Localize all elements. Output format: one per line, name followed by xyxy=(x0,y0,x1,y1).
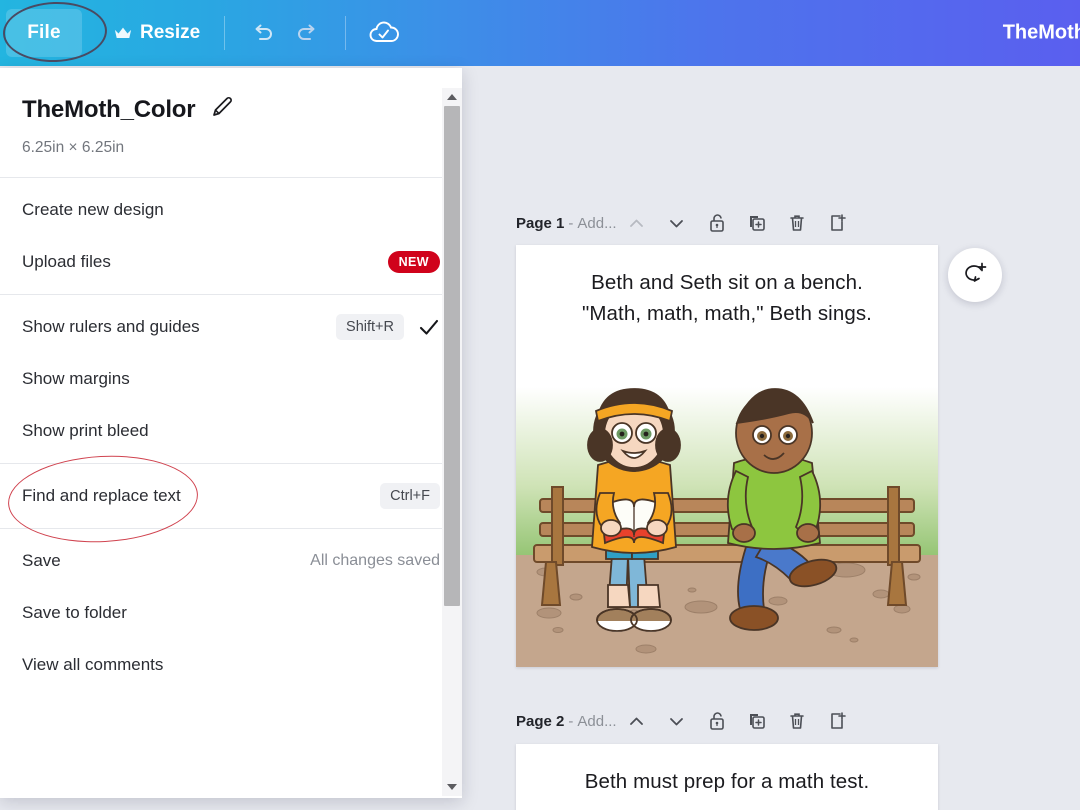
menu-item-show-print-bleed[interactable]: Show print bleed xyxy=(0,405,462,457)
page-1-duplicate-page-icon[interactable] xyxy=(737,208,777,238)
design-dimensions: 6.25in × 6.25in xyxy=(22,139,125,156)
page-2-canvas[interactable]: Beth must prep for a math test. xyxy=(516,744,938,810)
menu-section-view: Show rulers and guides Shift+R Show marg… xyxy=(0,295,462,463)
menu-item-find-and-replace-text[interactable]: Find and replace text Ctrl+F xyxy=(0,470,462,522)
page-2-separator: - xyxy=(568,712,574,730)
menu-item-save-to-folder[interactable]: Save to folder xyxy=(0,587,462,639)
menu-item-label: Create new design xyxy=(22,200,164,219)
top-toolbar: File Resize TheMoth xyxy=(0,0,1080,66)
menu-section-design: Create new design Upload files NEW xyxy=(0,178,462,294)
design-title-topbar: TheMoth xyxy=(1002,21,1080,44)
page-2-duplicate-page-icon[interactable] xyxy=(737,706,777,736)
menu-item-label: View all comments xyxy=(22,655,164,674)
resize-button[interactable]: Resize xyxy=(106,11,208,55)
page-1-header: Page 1 - Add... xyxy=(516,209,857,237)
add-comment-icon xyxy=(962,260,988,291)
toolbar-divider-2 xyxy=(345,16,347,50)
menu-item-label: Upload files xyxy=(22,252,111,271)
shortcut-chip-shift-r: Shift+R xyxy=(336,314,404,340)
menu-item-label: Find and replace text xyxy=(22,486,181,505)
page-1-unlock-icon[interactable] xyxy=(697,208,737,238)
checkmark-icon xyxy=(418,316,440,338)
scroll-down-arrow-icon[interactable] xyxy=(442,778,462,796)
save-status-text: All changes saved xyxy=(310,552,440,569)
menu-item-upload-files[interactable]: Upload files NEW xyxy=(0,236,462,288)
redo-icon[interactable] xyxy=(285,11,329,55)
undo-icon[interactable] xyxy=(241,11,285,55)
scrollbar-track[interactable] xyxy=(442,106,462,778)
page-2-title: Page 2 xyxy=(516,712,565,730)
design-name: TheMoth_Color xyxy=(22,95,196,123)
file-menu-panel: TheMoth_Color 6.25in × 6.25in Create new… xyxy=(0,68,462,798)
menu-item-show-rulers-and-guides[interactable]: Show rulers and guides Shift+R xyxy=(0,301,462,353)
page-2-move-up-chevron-up-icon[interactable] xyxy=(617,706,657,736)
page-1-move-down-chevron-down-icon[interactable] xyxy=(657,208,697,238)
page-2-header: Page 2 - Add... xyxy=(516,707,857,735)
file-menu-scrollbar[interactable] xyxy=(442,88,462,796)
menu-item-label: Show rulers and guides xyxy=(22,317,200,336)
page-2-text-line-1: Beth must prep for a math test. xyxy=(584,770,870,793)
page-2-trash-icon[interactable] xyxy=(777,706,817,736)
menu-item-label: Save xyxy=(22,551,61,570)
scroll-up-arrow-icon[interactable] xyxy=(442,88,462,106)
shortcut-chip-ctrl-f: Ctrl+F xyxy=(380,483,440,509)
page-2-add-label[interactable]: Add... xyxy=(577,713,616,730)
file-menu-button[interactable]: File xyxy=(6,9,82,57)
design-workspace: Page 1 - Add... Beth and Seth sit on a b… xyxy=(462,66,1080,810)
file-menu-label: File xyxy=(27,22,61,43)
menu-section-find: Find and replace text Ctrl+F xyxy=(0,464,462,528)
new-badge: NEW xyxy=(387,251,440,273)
menu-item-label: Show margins xyxy=(22,369,130,388)
menu-item-create-new-design[interactable]: Create new design xyxy=(0,184,462,236)
page-2-add-page-icon[interactable] xyxy=(817,706,857,736)
menu-item-show-margins[interactable]: Show margins xyxy=(0,353,462,405)
add-comment-button[interactable] xyxy=(948,248,1002,302)
page-2-move-down-chevron-down-icon[interactable] xyxy=(657,706,697,736)
scrollbar-thumb[interactable] xyxy=(444,106,460,606)
page-1-title: Page 1 xyxy=(516,214,565,232)
page-1-text[interactable]: Beth and Seth sit on a bench. "Math, mat… xyxy=(516,267,938,329)
page-1-text-line-1: Beth and Seth sit on a bench. xyxy=(591,271,863,294)
resize-label: Resize xyxy=(140,22,201,43)
menu-item-label: Show print bleed xyxy=(22,421,149,440)
cloud-check-icon[interactable] xyxy=(362,11,406,55)
file-menu-header: TheMoth_Color 6.25in × 6.25in xyxy=(0,68,462,177)
page-1-add-label[interactable]: Add... xyxy=(577,215,616,232)
menu-item-save[interactable]: Save All changes saved xyxy=(0,535,462,587)
page-1-separator: - xyxy=(568,214,574,232)
menu-item-view-all-comments[interactable]: View all comments xyxy=(0,639,462,691)
menu-item-label: Save to folder xyxy=(22,603,127,622)
page-1-move-up-chevron-up-icon[interactable] xyxy=(617,208,657,238)
page-1-add-page-icon[interactable] xyxy=(817,208,857,238)
page-2-unlock-icon[interactable] xyxy=(697,706,737,736)
crown-icon xyxy=(114,26,132,40)
page-1-text-line-2: "Math, math, math," Beth sings. xyxy=(582,302,872,325)
page-1-canvas[interactable]: Beth and Seth sit on a bench. "Math, mat… xyxy=(516,245,938,667)
canva-editor-screen: File Resize TheMoth Page 1 - Add... Beth… xyxy=(0,0,1080,810)
page-2-text[interactable]: Beth must prep for a math test. xyxy=(516,766,938,797)
page-1-illustration[interactable] xyxy=(516,387,938,667)
pencil-icon[interactable] xyxy=(209,94,235,125)
toolbar-divider-1 xyxy=(224,16,226,50)
page-1-trash-icon[interactable] xyxy=(777,208,817,238)
menu-section-save: Save All changes saved Save to folder Vi… xyxy=(0,529,462,697)
